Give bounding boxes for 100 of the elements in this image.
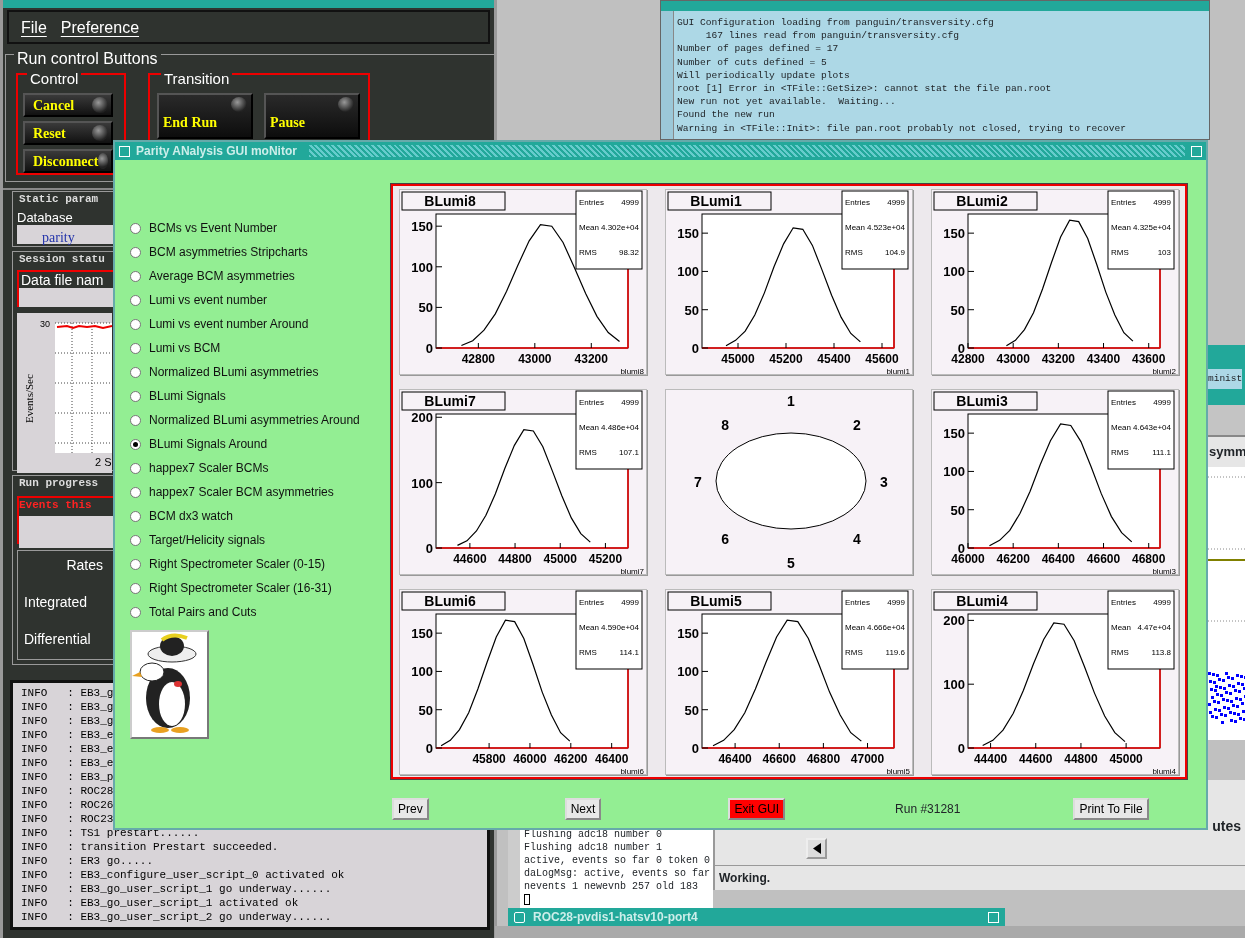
page-radio-option[interactable]: Right Spectrometer Scaler (0-15) [130,552,326,576]
exit-button[interactable]: Exit GUI [728,797,786,820]
events-field[interactable] [19,516,113,548]
histogram-title: BLumi6 [401,591,506,611]
stats-value: 4.590e+04 [600,623,639,632]
axis-tick-label: 44400 [973,752,1008,766]
page-radio-option[interactable]: Lumi vs BCM [130,336,221,360]
axis-label: 2 S [95,456,112,468]
axis-label: blumi7 [620,567,644,576]
axis-tick-label: 100 [943,464,965,480]
axis-tick-label: 44800 [498,552,532,566]
page-radio-option[interactable]: happex7 Scaler BCMs [130,456,269,480]
stats-value: 111.1 [1152,448,1171,457]
group-title: Run progress [17,477,101,489]
axis-tick-label: 0 [425,341,433,356]
stats-value: 107.1 [618,448,639,457]
page-radio-option[interactable]: Total Pairs and Cuts [130,600,257,624]
page-radio-option[interactable]: Normalized BLumi asymmetries Around [130,408,360,432]
page-radio-option[interactable]: Right Spectrometer Scaler (16-31) [130,576,332,600]
axis-tick-label: 44600 [1019,752,1053,766]
log-line: INFO : EB3_configure_user_script_0 activated ok [21,868,345,882]
menu-item[interactable]: File [21,18,47,36]
histogram-title: BLumi7 [401,391,506,411]
axis-tick-label: 0 [425,541,433,556]
chart-title: BLumi2 [956,193,1008,209]
axis-tick-label: 100 [677,664,699,680]
axis-tick-label: 46400 [1041,552,1076,566]
column-heading: Rates [66,556,104,575]
window-menu-icon[interactable] [119,145,130,157]
stats-label: RMS [579,248,597,257]
stats-label: Mean [579,623,599,632]
log-line: INFO : EB3_go_user_script_1 activated ok [21,896,299,910]
axis-tick-label: 100 [411,664,433,680]
axis-tick-label: 50 [950,302,965,318]
axis-tick-label: 200 [411,410,433,426]
stats-value: 4999 [621,198,639,207]
menu-item[interactable]: Preference [60,18,140,36]
database-field[interactable]: parity [17,225,113,244]
stats-label: Entries [845,598,870,607]
page-radio-option[interactable]: BCM asymmetries Stripcharts [130,240,308,264]
page-radio-option[interactable]: BCMs vs Event Number [130,216,278,240]
axis-tick-label: 45200 [769,352,803,366]
field-label: Events this [19,499,92,511]
stats-value: 114.1 [619,648,639,657]
stats-value: 4999 [621,398,639,407]
control-button[interactable]: Reset [23,121,113,145]
terminal-line: GUI Configuration loading from panguin/transversity.cfg [677,16,994,30]
control-button[interactable]: Disconnect [23,149,113,173]
page-radio-option[interactable]: BCM dx3 watch [130,504,234,528]
control-button[interactable]: Cancel [23,93,113,117]
axis-label: Events/Sec [23,374,35,423]
page-radio-option[interactable]: Lumi vs event number Around [130,312,309,336]
page-radio-option[interactable]: happex7 Scaler BCM asymmetries [130,480,334,504]
terminal-line: 167 lines read from panguin/transversity.cfg [704,29,960,43]
log-line: INFO : transition Prestart succeeded. [21,840,279,854]
nav-button[interactable]: Print To File [1073,797,1149,820]
nav-button[interactable]: Next [564,797,602,820]
page-radio-option[interactable]: Average BCM asymmetries [130,264,295,288]
stats-value: 4.666e+04 [866,623,905,632]
scrollbar[interactable] [661,11,674,139]
page-radio-option[interactable]: BLumi Signals [130,384,226,408]
maximize-icon[interactable] [988,911,999,923]
transition-button[interactable]: Pause [264,93,360,139]
log-line: INFO : EB3_e [21,756,114,770]
data-file-field[interactable] [17,288,113,307]
log-line: INFO : ROC26 [21,798,114,812]
axis-tick-label: 43000 [996,352,1030,366]
page-radio-option[interactable]: Normalized BLumi asymmetries [130,360,319,384]
terminal-line: Will periodically update plots [677,68,850,82]
window-title: minist [1208,369,1243,389]
window-menu-icon[interactable] [514,911,525,923]
page-radio-option[interactable]: Lumi vs event number [130,288,268,312]
transition-button[interactable]: End Run [157,93,253,139]
stats-label: Mean [845,223,865,232]
terminal-line: Found the new run [677,108,775,122]
axis-tick-label: 46200 [996,552,1030,566]
axis-tick-label: 100 [943,264,965,280]
terminal-line: Warning in <TFile::Init>: file pan.root probably not closed, trying to recover [677,121,1127,135]
stats-value: 4999 [1153,598,1171,607]
run-number-label: Run #31281 [895,800,961,818]
chart-title: BLumi7 [424,393,476,409]
stats-value: 104.9 [884,248,905,257]
nav-button[interactable]: Prev [392,797,429,820]
axis-tick-label: 43400 [1086,352,1121,366]
terminal-line: New run not yet available. Waiting... [677,95,896,109]
axis-tick-label: 0 [691,741,699,756]
axis-label: blumi8 [620,367,644,376]
stats-value: 4.486e+04 [600,423,639,432]
axis-tick-label: 50 [950,502,965,518]
scroll-left-button[interactable] [806,838,827,859]
stats-value: 4.47e+04 [1137,623,1171,632]
page-radio-option[interactable]: BLumi Signals Around [130,432,268,456]
axis-tick-label: 150 [943,226,965,242]
axis-tick-label: 43200 [1041,352,1076,366]
stats-value: 4.523e+04 [866,223,905,232]
axis-tick-label: 150 [411,219,433,235]
maximize-icon[interactable] [1191,145,1202,157]
axis-label: blumi6 [620,767,644,776]
page-radio-option[interactable]: Target/Helicity signals [130,528,266,552]
axis-label: blumi5 [886,767,910,776]
